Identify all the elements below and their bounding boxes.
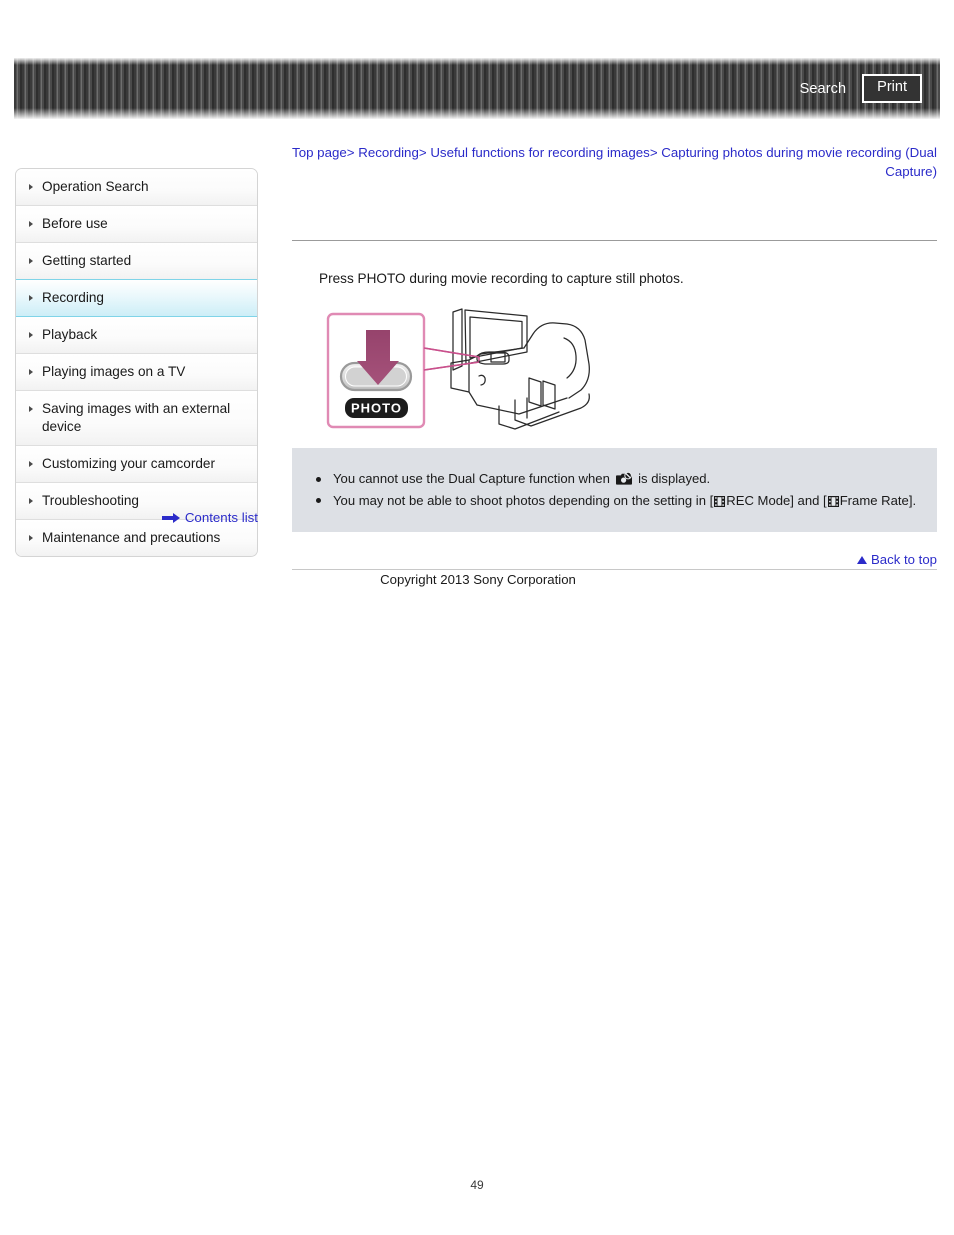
note-text-part: Frame Rate]. <box>839 492 917 508</box>
breadcrumb-separator: > <box>346 145 355 160</box>
sidebar-item-label: Getting started <box>42 253 132 268</box>
photo-label-text: PHOTO <box>351 401 402 416</box>
note-item: You cannot use the Dual Capture function… <box>316 469 917 489</box>
note-item: You may not be able to shoot photos depe… <box>316 491 917 511</box>
chevron-right-icon <box>29 368 33 375</box>
no-camera-icon <box>615 471 633 486</box>
note-text: You may not be able to shoot photos depe… <box>333 491 917 511</box>
bullet-icon <box>316 498 321 503</box>
breadcrumb-item-top-page[interactable]: Top page <box>292 145 347 160</box>
breadcrumb-separator: > <box>649 145 658 160</box>
print-button[interactable]: Print <box>862 74 922 103</box>
triangle-up-icon <box>857 556 868 564</box>
chevron-right-icon <box>29 460 33 467</box>
sidebar-item-customizing-your-camcorder[interactable]: Customizing your camcorder <box>16 446 257 483</box>
chevron-right-icon <box>29 257 33 264</box>
breadcrumb: Top page> Recording> Useful functions fo… <box>292 143 937 181</box>
chevron-right-icon <box>29 405 33 412</box>
sidebar-item-label: Before use <box>42 216 108 231</box>
breadcrumb-item-useful-functions[interactable]: Useful functions for recording images <box>430 145 650 160</box>
sidebar-item-label: Operation Search <box>42 179 149 194</box>
arrow-right-icon <box>161 513 180 523</box>
note-text-part: You may not be able to shoot photos depe… <box>333 492 714 508</box>
sidebar-item-label: Maintenance and precautions <box>42 530 221 545</box>
page-number: 49 <box>470 1178 484 1192</box>
sidebar-item-label: Playing images on a TV <box>42 364 186 379</box>
site-header: Search Print <box>14 58 940 119</box>
film-icon <box>827 493 839 507</box>
sidebar-item-label: Recording <box>42 290 104 305</box>
note-text-part: is displayed. <box>634 471 711 486</box>
search-link[interactable]: Search <box>800 81 847 97</box>
sidebar-item-before-use[interactable]: Before use <box>16 206 257 243</box>
back-to-top-container: Back to top <box>292 551 937 569</box>
back-to-top-label: Back to top <box>871 552 937 567</box>
note-text: You cannot use the Dual Capture function… <box>333 469 917 489</box>
chevron-right-icon <box>29 497 33 504</box>
sidebar-item-recording[interactable]: Recording <box>16 279 257 317</box>
back-to-top-link[interactable]: Back to top <box>857 552 937 567</box>
film-icon <box>714 493 726 507</box>
breadcrumb-separator: > <box>418 145 427 160</box>
chevron-right-icon <box>29 294 33 301</box>
header-actions: Search Print <box>800 58 922 119</box>
sidebar-item-label: Troubleshooting <box>42 493 139 508</box>
notes-panel: You cannot use the Dual Capture function… <box>292 448 937 532</box>
main-content: Press PHOTO during movie recording to ca… <box>292 240 937 433</box>
chevron-right-icon <box>29 183 33 190</box>
sidebar-item-label: Playback <box>42 327 98 342</box>
sidebar-item-playing-images-on-a-tv[interactable]: Playing images on a TV <box>16 354 257 391</box>
breadcrumb-item-current-page[interactable]: Capturing photos during movie recording … <box>661 145 937 179</box>
sidebar-item-label: Saving images with an external device <box>42 401 231 434</box>
camcorder-line-art <box>450 308 590 430</box>
breadcrumb-item-recording[interactable]: Recording <box>358 145 419 160</box>
sidebar-item-label: Customizing your camcorder <box>42 456 216 471</box>
intro-paragraph: Press PHOTO during movie recording to ca… <box>319 271 684 286</box>
sidebar-item-operation-search[interactable]: Operation Search <box>16 169 257 206</box>
sidebar-item-maintenance-and-precautions[interactable]: Maintenance and precautions <box>16 520 257 556</box>
footer-divider <box>292 569 937 570</box>
chevron-right-icon <box>29 331 33 338</box>
bullet-icon <box>316 476 321 482</box>
copyright-text: Copyright 2013 Sony Corporation <box>380 572 576 587</box>
sidebar-item-getting-started[interactable]: Getting started <box>16 243 257 280</box>
dual-capture-illustration: PHOTO <box>319 308 609 433</box>
contents-list-label: Contents list <box>184 510 258 525</box>
page-root: Search Print Top page> Recording> Useful… <box>0 0 954 1235</box>
chevron-right-icon <box>29 534 33 541</box>
contents-list-link[interactable]: Contents list <box>15 510 258 525</box>
note-text-part: REC Mode] and [ <box>726 492 827 508</box>
chevron-right-icon <box>29 220 33 227</box>
camcorder-photo-button-diagram: PHOTO <box>326 308 590 430</box>
content-divider <box>292 240 937 241</box>
note-text-part: You cannot use the Dual Capture function… <box>333 471 614 486</box>
sidebar-item-saving-images-external-device[interactable]: Saving images with an external device <box>16 391 257 446</box>
sidebar-nav: Operation Search Before use Getting star… <box>15 168 258 557</box>
sidebar-item-playback[interactable]: Playback <box>16 317 257 354</box>
